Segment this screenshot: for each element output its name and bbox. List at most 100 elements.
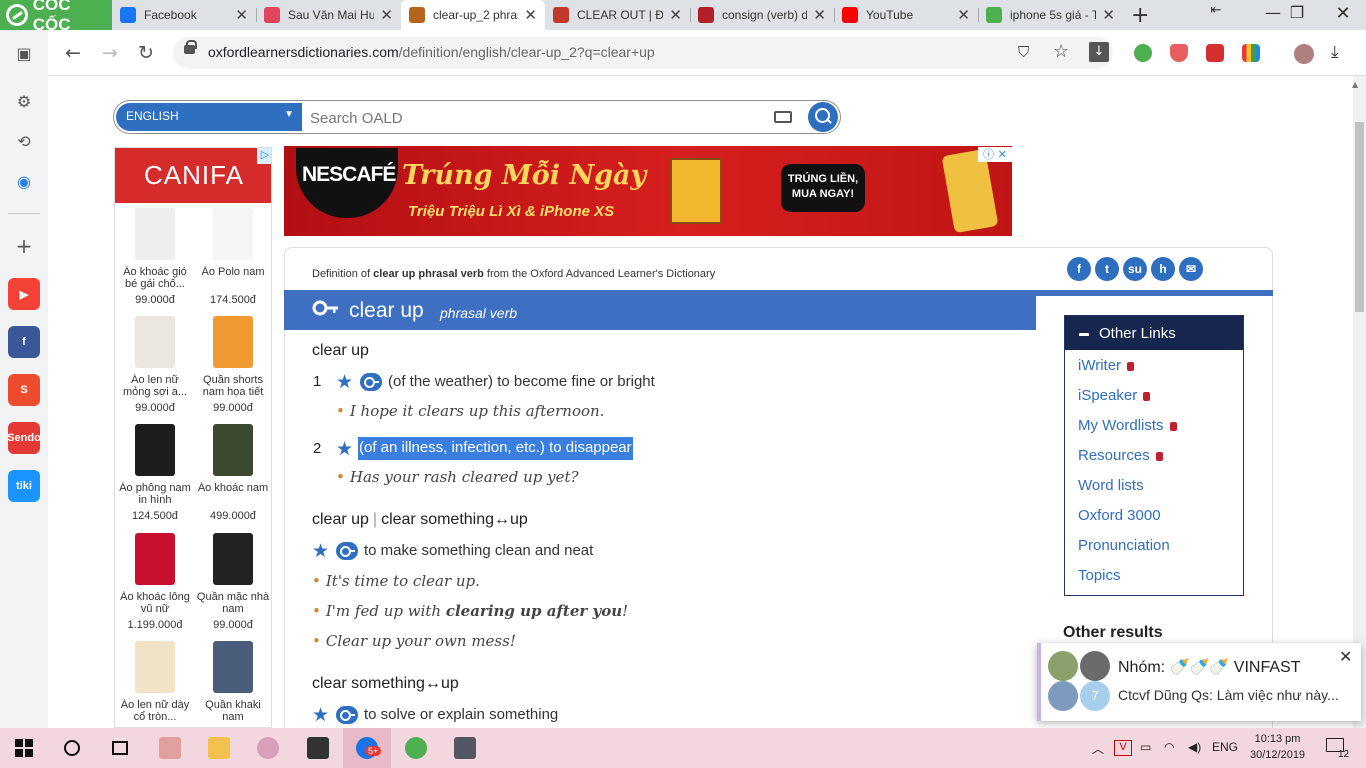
close-tab-icon[interactable]: ✕	[957, 6, 970, 24]
new-tab-button[interactable]: +	[1131, 3, 1149, 28]
sidebar-toggle-icon[interactable]: ▣	[10, 39, 38, 67]
taskbar-app[interactable]	[244, 728, 292, 768]
star-icon[interactable]: ★	[312, 706, 330, 725]
battery-icon[interactable]: ▭	[1140, 740, 1151, 754]
oxford3000-key-icon[interactable]	[336, 706, 358, 724]
search-button[interactable]	[808, 102, 838, 132]
unikey-icon[interactable]: V	[1114, 740, 1132, 756]
lock-icon[interactable]	[184, 40, 197, 54]
star-icon[interactable]: ★	[336, 373, 354, 392]
language-indicator[interactable]: ENG	[1212, 740, 1238, 754]
product-card[interactable]: Áo khoác lông vũ nữ 1.199.000đ	[116, 533, 194, 631]
tab-search-icon[interactable]: ⇤	[1193, 3, 1239, 18]
facebook-app[interactable]: f	[8, 326, 40, 358]
close-tab-icon[interactable]: ✕	[380, 6, 393, 24]
browser-tab[interactable]: iphone 5s giá - T ✕	[978, 0, 1123, 30]
shopee-app[interactable]: S	[8, 374, 40, 406]
taskbar-app[interactable]	[441, 728, 489, 768]
tray-overflow-icon[interactable]: ︿	[1092, 740, 1104, 757]
language-select[interactable]: ENGLISH ▼	[116, 103, 302, 131]
other-links-header[interactable]: Other Links	[1065, 316, 1243, 350]
forward-button[interactable]: →	[97, 40, 123, 66]
save-page-icon[interactable]: ↓	[1089, 42, 1109, 62]
star-icon[interactable]: ★	[336, 440, 354, 459]
clock[interactable]: 10:13 pm 30/12/2019	[1250, 731, 1305, 763]
product-card[interactable]: Áo Polo nam 174.500đ	[194, 208, 271, 306]
product-card[interactable]: Áo khoác gió bé gái chố... 99.000đ	[116, 208, 194, 306]
close-window-button[interactable]: ✕	[1320, 3, 1366, 24]
other-link[interactable]: My Wordlists	[1078, 417, 1177, 434]
close-tab-icon[interactable]: ✕	[813, 6, 826, 24]
tiki-app[interactable]: tiki	[8, 470, 40, 502]
coccoc-extension-icon[interactable]	[1134, 44, 1152, 62]
bookmark-star-icon[interactable]: ☆	[1053, 41, 1069, 62]
twitter-share-icon[interactable]: t	[1095, 257, 1119, 281]
start-button[interactable]	[0, 728, 48, 768]
close-icon[interactable]: ✕	[1339, 647, 1352, 666]
keyboard-icon[interactable]	[774, 111, 792, 123]
search-taskbar-button[interactable]	[48, 728, 96, 768]
browser-tab[interactable]: Facebook ✕	[112, 0, 256, 30]
product-card[interactable]: Áo len nữ dày cổ tròn...	[116, 641, 194, 727]
browser-tab[interactable]: Sau Văn Mai Hương ✕	[256, 0, 401, 30]
history-icon[interactable]: ⟲	[10, 127, 38, 155]
close-tab-icon[interactable]: ✕	[1102, 6, 1115, 24]
ad-close-icon[interactable]: ⓘ ✕	[978, 147, 1012, 162]
record-extension-icon[interactable]	[1206, 44, 1224, 62]
other-link[interactable]: Topics	[1078, 567, 1121, 584]
close-tab-icon[interactable]: ✕	[524, 6, 537, 24]
messenger-icon[interactable]: ◉	[10, 167, 38, 195]
browser-tab[interactable]: consign (verb) d ✕	[690, 0, 834, 30]
adblock-extension-icon[interactable]	[1170, 44, 1188, 62]
email-share-icon[interactable]: ✉	[1179, 257, 1203, 281]
product-card[interactable]: Áo khoác nam 499.000đ	[194, 424, 271, 522]
other-link[interactable]: Resources	[1078, 447, 1163, 464]
canifa-ad[interactable]: CANIFA ▷ Áo khoác gió bé gái chố... 99.00…	[114, 147, 272, 728]
downloads-icon[interactable]: ⤓	[1331, 42, 1339, 62]
url-text[interactable]: oxfordlearnersdictionaries.com/definitio…	[208, 44, 655, 60]
search-input[interactable]	[310, 108, 750, 128]
browser-tab[interactable]: clear-up_2 phrasal ✕	[401, 0, 545, 30]
coccoc-menu-button[interactable]: CỐC CỐC	[0, 0, 112, 34]
reload-button[interactable]: ↻	[133, 40, 159, 66]
youtube-app[interactable]: ▶	[8, 278, 40, 310]
scrollbar-thumb[interactable]	[1355, 122, 1364, 312]
adchoices-icon[interactable]: ▷	[257, 148, 271, 164]
oxford3000-key-icon[interactable]	[336, 542, 358, 560]
star-icon[interactable]: ★	[312, 542, 330, 561]
product-card[interactable]: Quần khaki nam	[194, 641, 271, 727]
color-extension-icon[interactable]	[1242, 44, 1260, 62]
profile-avatar[interactable]	[1294, 44, 1314, 64]
settings-icon[interactable]: ⚙	[10, 87, 38, 115]
stumbleupon-share-icon[interactable]: su	[1123, 257, 1147, 281]
other-link[interactable]: Oxford 3000	[1078, 507, 1161, 524]
oxford3000-key-icon[interactable]	[312, 298, 340, 318]
add-app-icon[interactable]: +	[10, 232, 38, 260]
volume-icon[interactable]: ◀)	[1188, 740, 1201, 754]
other-link[interactable]: iWriter	[1078, 357, 1135, 374]
other-link[interactable]: Word lists	[1078, 477, 1144, 494]
file-explorer-button[interactable]	[195, 728, 243, 768]
product-card[interactable]: Quần mặc nhà nam 99.000đ	[194, 533, 271, 631]
hatena-share-icon[interactable]: h	[1151, 257, 1175, 281]
other-link[interactable]: iSpeaker	[1078, 387, 1151, 404]
zalo-button[interactable]: 5+	[343, 728, 391, 768]
wifi-icon[interactable]: ◠	[1164, 740, 1174, 754]
close-tab-icon[interactable]: ✕	[669, 6, 682, 24]
product-card[interactable]: Quần shorts nam họa tiết 99.000đ	[194, 316, 271, 414]
back-button[interactable]: ←	[60, 40, 86, 66]
banner-cta-button[interactable]: TRÚNG LIỀN, MUA NGAY!	[781, 164, 865, 212]
task-view-button[interactable]	[96, 728, 144, 768]
maximize-button[interactable]: ❐	[1274, 3, 1320, 22]
scroll-up-arrow[interactable]: ▲	[1352, 80, 1358, 89]
close-tab-icon[interactable]: ✕	[235, 6, 248, 24]
product-card[interactable]: Áo phông nam in hình 124.500đ	[116, 424, 194, 522]
browser-tab[interactable]: CLEAR OUT | Định ✕	[545, 0, 690, 30]
coccoc-taskbar-button[interactable]	[392, 728, 440, 768]
oxford3000-key-icon[interactable]	[360, 373, 382, 391]
sendo-app[interactable]: Sendo	[7, 422, 41, 454]
taskbar-app[interactable]	[146, 728, 194, 768]
browser-tab[interactable]: YouTube ✕	[834, 0, 978, 30]
facebook-share-icon[interactable]: f	[1067, 257, 1091, 281]
sticky-notes-button[interactable]	[294, 728, 342, 768]
